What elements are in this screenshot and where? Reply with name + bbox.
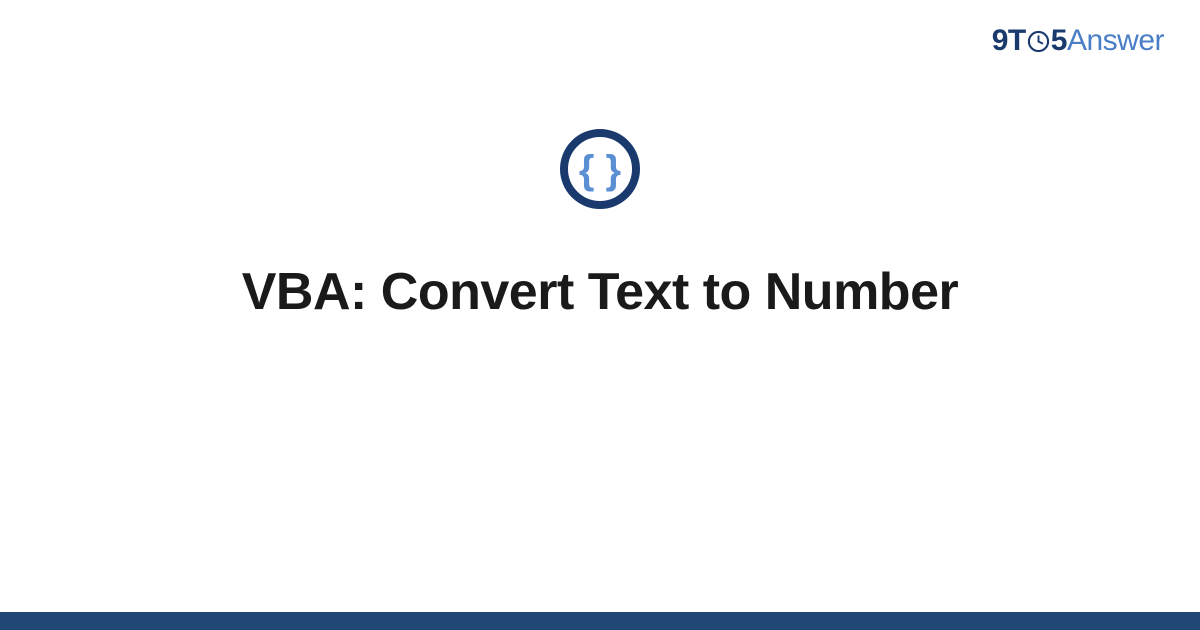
clock-icon — [1027, 30, 1050, 53]
code-braces-icon: { } — [559, 128, 641, 210]
logo-text-prefix: 9T — [992, 24, 1026, 58]
footer-accent-bar — [0, 612, 1200, 630]
site-logo: 9T 5 Answer — [992, 24, 1164, 58]
main-content: { } VBA: Convert Text to Number — [0, 128, 1200, 322]
logo-text-suffix: Answer — [1067, 24, 1164, 58]
svg-text:{ }: { } — [579, 148, 621, 192]
logo-text-mid: 5 — [1051, 24, 1067, 58]
page-title: VBA: Convert Text to Number — [242, 262, 958, 322]
